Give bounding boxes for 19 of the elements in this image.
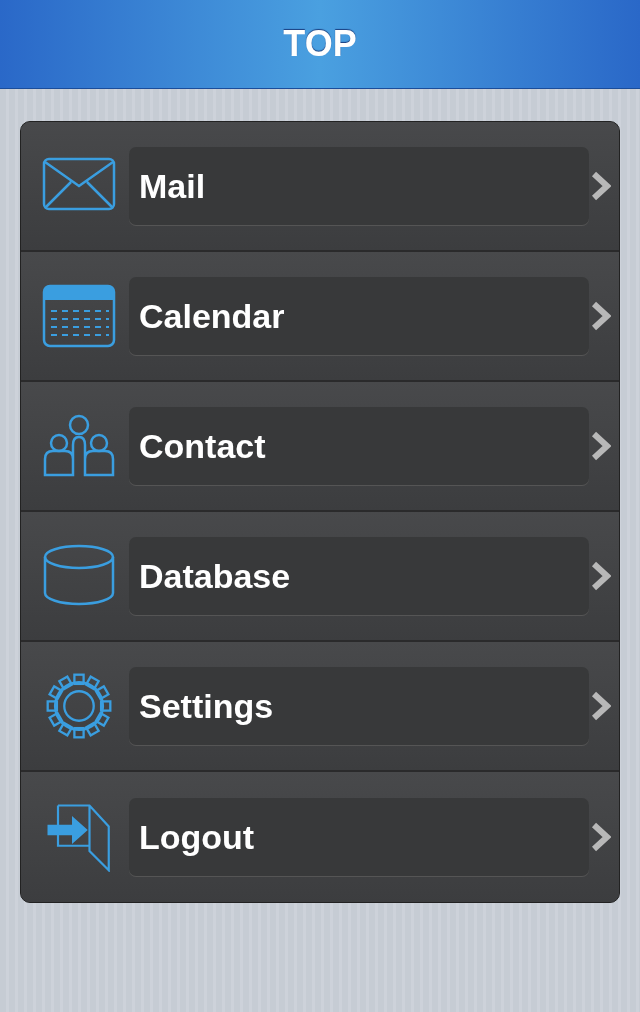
chevron-icon (591, 691, 611, 721)
menu-item[interactable]: Database (21, 512, 619, 642)
item-label: Calendar (129, 277, 589, 355)
menu-item[interactable]: Calendar (21, 252, 619, 382)
menu-item[interactable]: Settings (21, 642, 619, 772)
menu-item[interactable]: Mail (21, 122, 619, 252)
item-label: Contact (129, 407, 589, 485)
chevron-icon (591, 171, 611, 201)
item-label: Mail (129, 147, 589, 225)
item-label: Database (129, 537, 589, 615)
item-label: Logout (129, 798, 589, 876)
chevron-icon (591, 822, 611, 852)
chevron-icon (591, 431, 611, 461)
chevron-icon (591, 301, 611, 331)
chevron-icon (591, 561, 611, 591)
item-label: Settings (129, 667, 589, 745)
menu-item[interactable]: Contact (21, 382, 619, 512)
page-title: TOP (283, 23, 357, 65)
menu-item[interactable]: Logout (21, 772, 619, 902)
